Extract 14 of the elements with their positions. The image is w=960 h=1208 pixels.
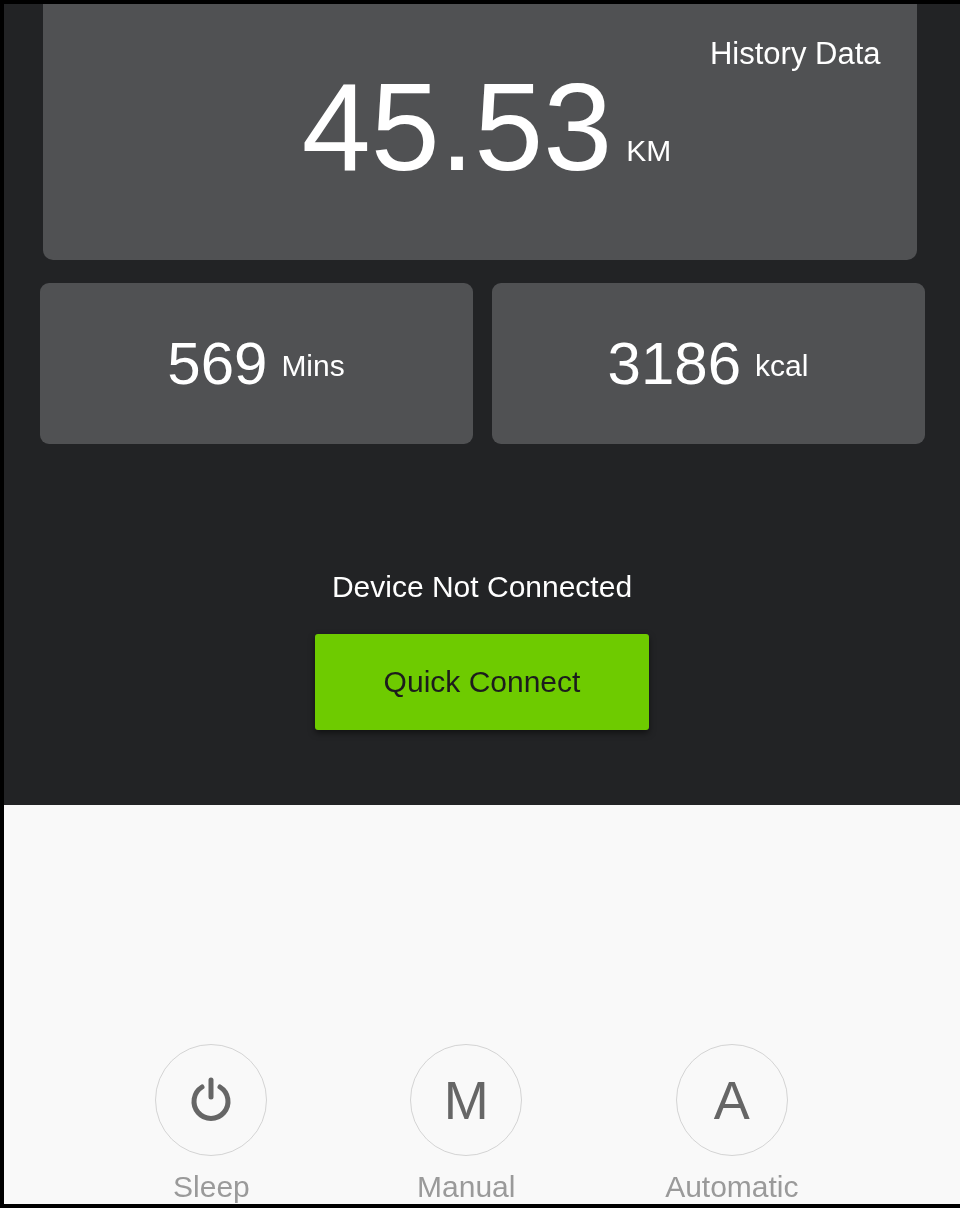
distance-value: 45.53 <box>301 72 613 182</box>
stat-value: 569 <box>167 329 268 398</box>
stat-unit: Mins <box>281 348 345 383</box>
history-label: History Data <box>709 36 881 72</box>
stat-value: 3186 <box>607 329 742 398</box>
connection-status: Device Not Connected <box>331 570 633 604</box>
stat-unit: kcal <box>755 348 809 383</box>
mode-label: Automatic <box>665 1170 799 1204</box>
mode-button[interactable]: A <box>675 1044 788 1156</box>
mode-label: Sleep <box>173 1170 250 1204</box>
mode-label: Manual <box>417 1170 516 1204</box>
mode-button[interactable]: M <box>410 1044 523 1156</box>
quick-connect-button[interactable]: Quick Connect <box>315 634 649 730</box>
distance-unit: KM <box>626 134 672 168</box>
